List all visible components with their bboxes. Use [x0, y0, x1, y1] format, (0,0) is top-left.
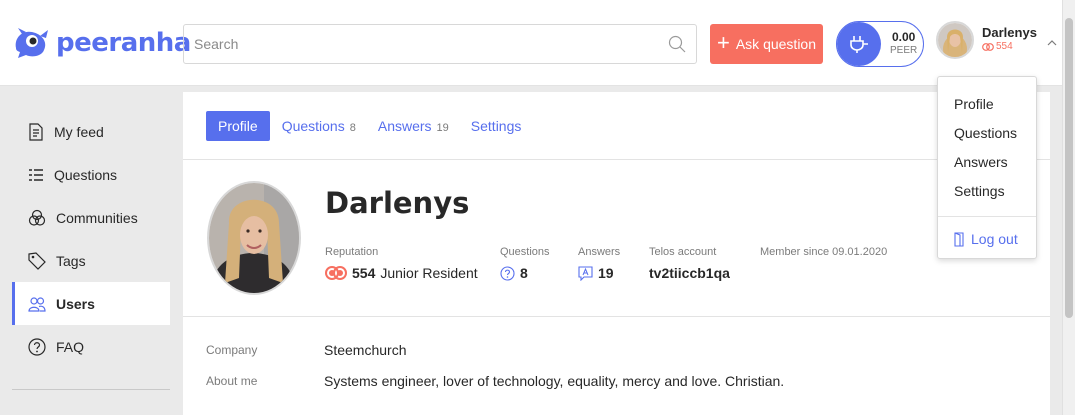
telos-account-stat: Telos account tv2tiiccb1qa	[649, 246, 730, 281]
sidebar-item-users[interactable]: Users	[12, 282, 170, 325]
answers-label: Answers	[578, 246, 621, 258]
ask-question-button[interactable]: + Ask question	[710, 24, 823, 64]
tab-answers-label: Answers	[377, 118, 432, 134]
sidebar-item-my-feed[interactable]: My feed	[12, 110, 170, 153]
answer-icon	[578, 265, 593, 281]
answers-stat: Answers 19	[578, 246, 620, 281]
question-icon	[28, 337, 46, 356]
user-name: Darlenys	[982, 25, 1037, 40]
sidebar-item-questions[interactable]: Questions	[12, 153, 170, 196]
sidebar-item-label: Users	[56, 295, 95, 312]
reputation-icon	[325, 266, 347, 280]
wallet-button[interactable]: 0.00 PEER	[836, 21, 924, 67]
search-icon[interactable]	[668, 35, 686, 53]
tab-answers-count: 19	[436, 122, 449, 134]
company-row: Company Steemchurch	[206, 342, 406, 358]
profile-card: Profile Questions 8 Answers 19 Settings …	[183, 92, 1050, 415]
tag-icon	[28, 251, 46, 270]
sidebar-item-tags[interactable]: Tags	[12, 239, 170, 282]
sidebar-item-label: Communities	[56, 209, 138, 226]
user-reputation-value: 554	[996, 41, 1013, 52]
reputation-value: 554	[352, 265, 376, 281]
top-header: peeranha + Ask question 0.00 PEER	[0, 0, 1062, 86]
sidebar-nav: My feed Questions Communities Tags Users	[12, 110, 170, 368]
questions-value: 8	[520, 265, 528, 281]
wallet-plug-icon	[837, 22, 881, 66]
tab-questions[interactable]: Questions 8	[282, 118, 356, 134]
telos-label: Telos account	[649, 246, 717, 258]
sidebar-item-faq[interactable]: FAQ	[12, 325, 170, 368]
tab-settings[interactable]: Settings	[471, 118, 522, 134]
sidebar-item-communities[interactable]: Communities	[12, 196, 170, 239]
tabs-divider	[183, 159, 1050, 160]
tab-questions-label: Questions	[281, 118, 345, 134]
sidebar-divider	[12, 389, 170, 390]
menu-item-answers[interactable]: Answers	[954, 154, 1008, 170]
tab-settings-label: Settings	[470, 118, 522, 134]
list-icon	[29, 168, 43, 181]
ask-question-label: Ask question	[735, 36, 817, 52]
about-value: Systems engineer, lover of technology, e…	[324, 373, 785, 389]
scrollbar-thumb[interactable]	[1065, 18, 1073, 318]
company-value: Steemchurch	[324, 342, 407, 358]
search-box[interactable]	[183, 24, 697, 64]
logo-text: peeranha	[56, 28, 191, 58]
sidebar-item-label: Questions	[54, 166, 118, 183]
page-scrollbar[interactable]	[1062, 0, 1075, 415]
sidebar-item-label: Tags	[56, 252, 86, 269]
chevron-up-icon[interactable]	[1047, 40, 1057, 46]
about-label: About me	[206, 374, 258, 388]
member-since: Member since 09.01.2020	[760, 246, 888, 258]
peeranha-logo[interactable]: peeranha	[12, 26, 191, 60]
sidebar-item-label: FAQ	[56, 338, 85, 355]
logout-label: Log out	[971, 231, 1018, 247]
logout-button[interactable]: Log out	[954, 231, 1018, 247]
tab-answers[interactable]: Answers 19	[378, 118, 449, 134]
wallet-amount: 0.00	[891, 30, 916, 44]
profile-divider	[183, 316, 1050, 317]
reputation-rank: Junior Resident	[380, 265, 478, 281]
user-avatar[interactable]	[936, 21, 974, 59]
profile-avatar	[207, 181, 301, 295]
about-row: About me Systems engineer, lover of tech…	[206, 373, 784, 389]
user-menu-toggle[interactable]: Darlenys 554	[936, 21, 1057, 59]
wallet-unit: PEER	[890, 45, 918, 56]
logout-door-icon	[954, 231, 964, 247]
reputation-icon	[982, 43, 994, 51]
user-dropdown-menu: Profile Questions Answers Settings Log o…	[937, 76, 1037, 259]
sidebar-item-label: My feed	[54, 123, 104, 140]
tab-profile[interactable]: Profile	[206, 111, 270, 141]
menu-item-profile[interactable]: Profile	[954, 96, 994, 112]
answers-value: 19	[598, 265, 614, 281]
search-input[interactable]	[194, 36, 668, 52]
circles-icon	[28, 209, 46, 226]
questions-stat: Questions 8	[500, 246, 550, 281]
user-reputation: 554	[982, 40, 1037, 54]
logo-mascot-icon	[15, 28, 48, 58]
telos-value[interactable]: tv2tiiccb1qa	[649, 265, 730, 281]
question-circle-icon	[500, 265, 515, 281]
plus-icon: +	[716, 30, 730, 55]
reputation-label: Reputation	[325, 246, 379, 258]
profile-name: Darlenys	[325, 186, 470, 220]
reputation-stat: Reputation 554 Junior Resident	[325, 246, 478, 281]
tab-profile-label: Profile	[218, 118, 258, 134]
menu-item-settings[interactable]: Settings	[954, 183, 1005, 199]
menu-item-questions[interactable]: Questions	[954, 125, 1017, 141]
questions-label: Questions	[500, 246, 550, 258]
tab-questions-count: 8	[349, 122, 356, 134]
profile-tabs: Profile Questions 8 Answers 19 Settings	[206, 111, 543, 141]
company-label: Company	[206, 343, 258, 357]
document-icon	[29, 122, 43, 141]
menu-divider	[938, 216, 1036, 217]
users-icon	[28, 296, 46, 312]
